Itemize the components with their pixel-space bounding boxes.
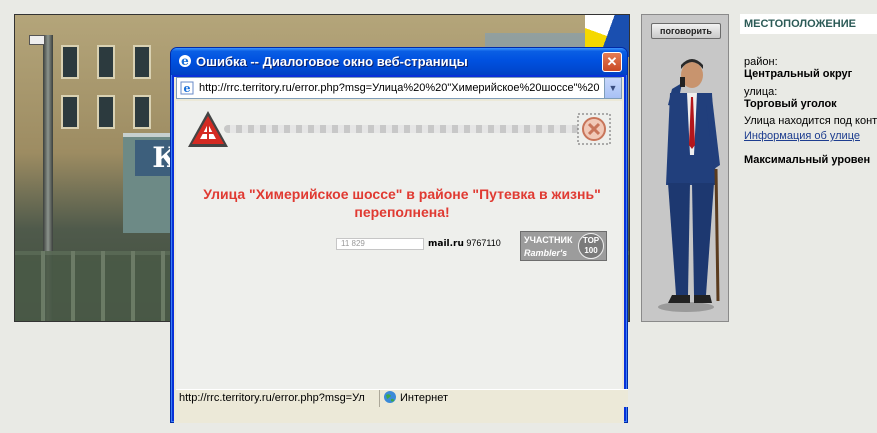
status-zone: Интернет [379,390,625,407]
header-stripe [224,125,579,133]
globe-icon [384,391,396,403]
svg-text:e: e [184,82,191,95]
error-dialog: e Ошибка -- Диалоговое окно веб-страницы… [170,47,628,423]
building-window [133,95,151,129]
ie-page-icon: e [180,81,194,95]
error-message: Улица "Химерийское шоссе" в районе "Путе… [176,185,628,221]
chevron-down-icon[interactable]: ▼ [604,78,621,98]
street-value: Торговый уголок [744,98,837,110]
status-url: http://rrc.territory.ru/error.php?msg=Ул [179,392,365,404]
status-bar: http://rrc.territory.ru/error.php?msg=Ул… [176,389,628,407]
error-message-line2: переполнена! [354,204,450,220]
address-text: http://rrc.territory.ru/error.php?msg=Ул… [199,82,600,94]
rambler-top-label: УЧАСТНИК [524,235,573,245]
address-bar[interactable]: e http://rrc.territory.ru/error.php?msg=… [176,77,622,99]
mailru-counter[interactable]: mail.ru 9767110 [428,237,514,249]
status-zone-label: Интернет [400,392,448,404]
dialog-title: Ошибка -- Диалоговое окно веб-страницы [196,54,468,69]
building-window [97,45,115,79]
district-value: Центральный округ [744,68,853,80]
mailru-number: 9767110 [466,238,501,248]
talk-button[interactable]: поговорить [651,23,721,39]
building-window [61,95,79,129]
svg-text:e: e [181,54,189,68]
dialog-client: e http://rrc.territory.ru/error.php?msg=… [174,77,628,423]
rambler-counter[interactable]: УЧАСТНИК Rambler's TOP 100 [520,231,607,261]
dialog-titlebar[interactable]: e Ошибка -- Диалоговое окно веб-страницы… [171,48,627,75]
location-panel: МЕСТОПОЛОЖЕНИЕ район: Центральный округ … [740,14,877,314]
building-window [97,95,115,129]
error-header-bar [186,109,611,151]
close-button[interactable]: ✕ [602,52,622,72]
building-window [133,45,151,79]
npc-figure[interactable] [642,45,730,315]
lamp-head [29,35,45,45]
page-content: Улица "Химерийское шоссе" в районе "Путе… [176,101,628,407]
max-level-text: Максимальный уровен [744,154,871,166]
rambler-bottom-label: Rambler's [524,248,568,258]
street-label: улица: [744,86,778,98]
talk-panel: поговорить [641,14,729,322]
building-window [61,45,79,79]
close-circle-icon[interactable] [577,113,611,145]
hit-counter[interactable]: 11 829 [336,238,424,250]
district-label: район: [744,56,778,68]
street-info-link[interactable]: Информация об улице [740,130,877,142]
location-header: МЕСТОПОЛОЖЕНИЕ [740,14,877,34]
street-note: Улица находится под конт [744,115,877,127]
mailru-label: mail.ru [428,239,464,249]
ie-icon: e [179,54,191,68]
rambler-badge: TOP 100 [578,233,604,259]
error-message-line1: Улица "Химерийское шоссе" в районе "Путе… [203,186,601,202]
